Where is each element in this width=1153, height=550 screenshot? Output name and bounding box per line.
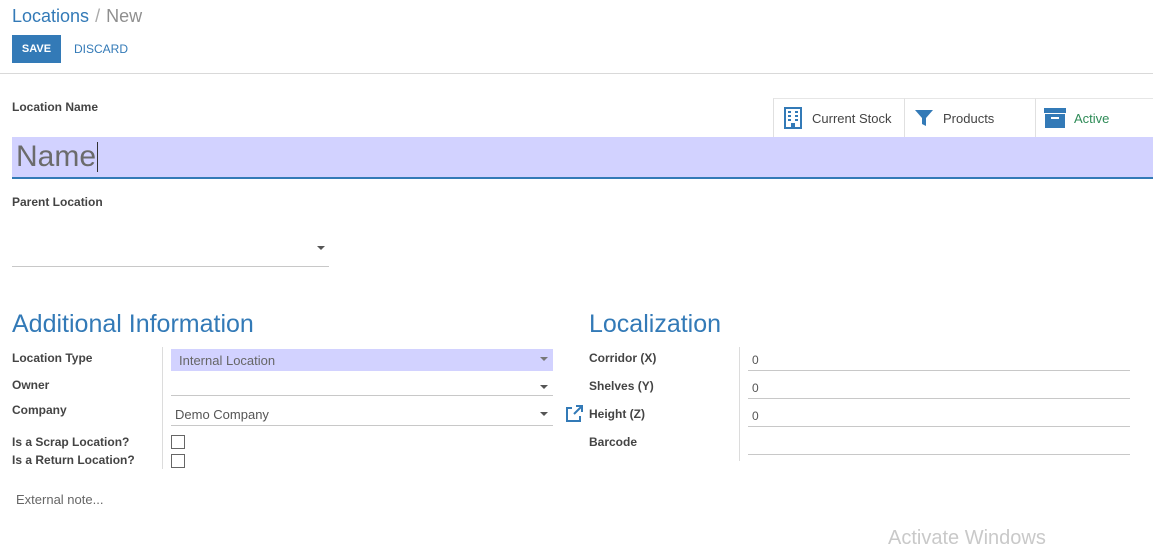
archive-icon bbox=[1044, 107, 1066, 129]
location-name-input[interactable]: Name bbox=[12, 137, 1153, 179]
current-stock-button[interactable]: Current Stock bbox=[773, 98, 904, 137]
parent-location-label: Parent Location bbox=[12, 195, 103, 209]
barcode-input[interactable] bbox=[748, 433, 1130, 455]
products-label: Products bbox=[943, 110, 995, 126]
company-value: Demo Company bbox=[175, 407, 269, 422]
label-divider bbox=[162, 347, 163, 469]
scrap-location-label: Is a Scrap Location? bbox=[12, 435, 130, 449]
location-type-label: Location Type bbox=[12, 351, 93, 365]
shelves-label: Shelves (Y) bbox=[589, 379, 654, 393]
parent-location-select[interactable] bbox=[12, 230, 329, 267]
breadcrumb-current: New bbox=[106, 6, 143, 26]
label-divider-localization bbox=[739, 347, 740, 461]
owner-label: Owner bbox=[12, 378, 50, 392]
building-icon bbox=[782, 107, 804, 129]
company-select[interactable]: Demo Company bbox=[171, 404, 553, 426]
current-stock-label: Current Stock bbox=[812, 110, 892, 126]
chevron-down-icon bbox=[540, 412, 548, 416]
control-panel-divider bbox=[0, 73, 1153, 74]
save-button[interactable]: SAVE bbox=[12, 35, 61, 63]
location-name-label: Location Name bbox=[12, 100, 99, 114]
external-link-icon[interactable] bbox=[564, 404, 584, 424]
chevron-down-icon bbox=[540, 385, 548, 389]
return-location-label: Is a Return Location? bbox=[12, 453, 135, 467]
breadcrumb-locations-link[interactable]: Locations bbox=[12, 6, 89, 26]
height-label: Height (Z) bbox=[589, 407, 645, 421]
filter-icon bbox=[913, 107, 935, 129]
owner-select[interactable] bbox=[171, 374, 553, 396]
external-note-field[interactable]: External note... bbox=[16, 492, 103, 507]
barcode-label: Barcode bbox=[589, 435, 638, 449]
chevron-down-icon bbox=[317, 246, 325, 250]
shelves-input[interactable]: 0 bbox=[748, 377, 1130, 399]
active-label: Active bbox=[1074, 110, 1110, 126]
company-label: Company bbox=[12, 403, 67, 417]
smart-buttons: Current Stock Products Active bbox=[773, 98, 1153, 137]
windows-activation-watermark: Activate Windows bbox=[888, 527, 1046, 549]
products-button[interactable]: Products bbox=[904, 98, 1035, 137]
breadcrumb-separator: / bbox=[95, 6, 101, 26]
chevron-down-icon bbox=[540, 357, 548, 361]
additional-information-title: Additional Information bbox=[12, 310, 254, 338]
return-location-checkbox[interactable] bbox=[171, 454, 185, 468]
localization-title: Localization bbox=[589, 310, 722, 338]
breadcrumb: Locations / New bbox=[12, 6, 142, 27]
location-type-value: Internal Location bbox=[179, 352, 276, 368]
corridor-input[interactable]: 0 bbox=[748, 349, 1130, 371]
active-toggle-button[interactable]: Active bbox=[1035, 98, 1153, 137]
height-input[interactable]: 0 bbox=[748, 405, 1130, 427]
discard-button[interactable]: DISCARD bbox=[74, 35, 128, 63]
text-caret bbox=[97, 142, 99, 172]
location-type-select[interactable]: Internal Location bbox=[171, 349, 553, 371]
corridor-label: Corridor (X) bbox=[589, 351, 657, 365]
scrap-location-checkbox[interactable] bbox=[171, 435, 185, 449]
location-name-placeholder: Name bbox=[16, 140, 97, 173]
